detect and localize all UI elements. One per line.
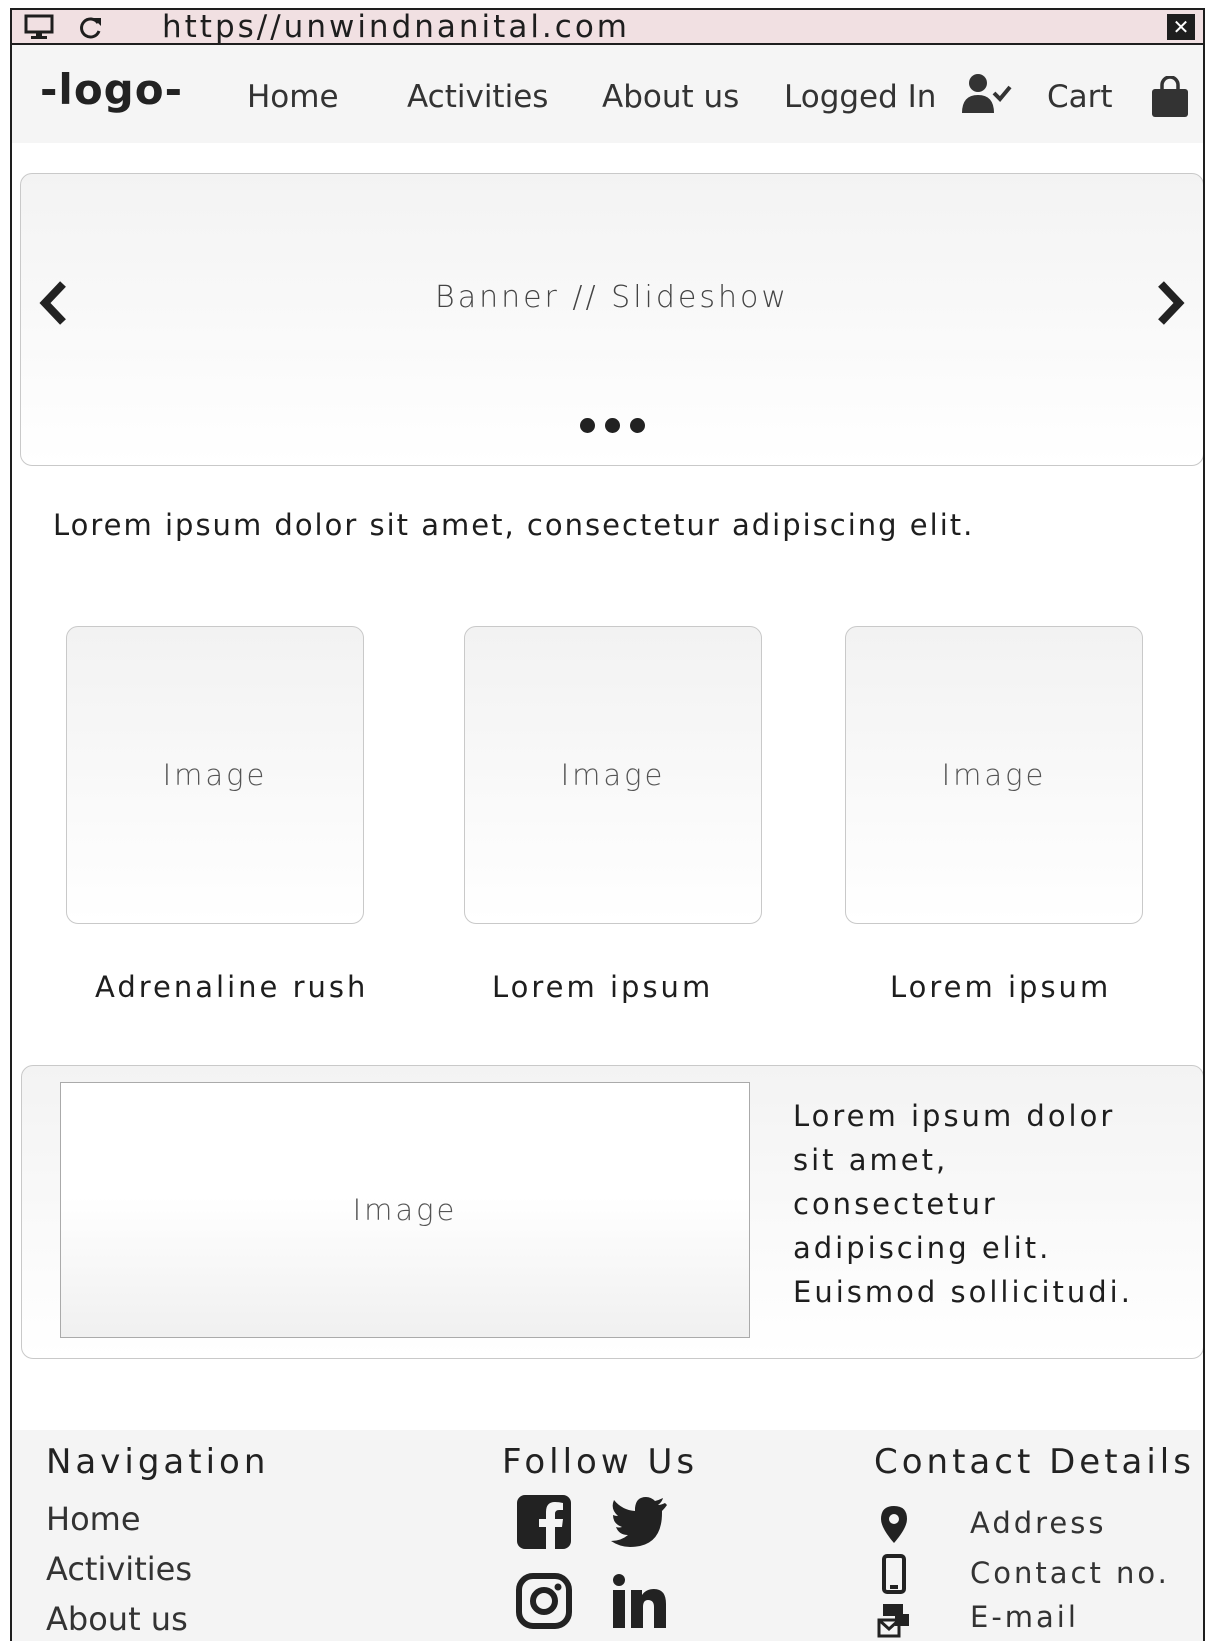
nav-about-us[interactable]: About us — [602, 79, 739, 115]
map-pin-icon — [881, 1506, 907, 1543]
footer-link-activities[interactable]: Activities — [46, 1550, 192, 1588]
feature-text-line: sit amet, — [793, 1143, 949, 1177]
twitter-icon[interactable] — [610, 1493, 668, 1551]
contact-email: E-mail — [970, 1600, 1079, 1634]
image-placeholder-label: Image — [941, 758, 1047, 792]
contact-address: Address — [970, 1506, 1107, 1540]
card-image[interactable]: Image — [845, 626, 1143, 924]
image-placeholder-label: Image — [352, 1193, 458, 1227]
image-placeholder-label: Image — [162, 758, 268, 792]
instagram-icon[interactable] — [515, 1572, 573, 1630]
feature-text-line: Lorem ipsum dolor — [793, 1099, 1116, 1133]
footer-link-about-us[interactable]: About us — [46, 1600, 188, 1638]
feature-text-line: adipiscing elit. — [793, 1231, 1052, 1265]
feature-section: Image Lorem ipsum dolor sit amet, consec… — [21, 1065, 1203, 1359]
nav-home[interactable]: Home — [247, 79, 339, 115]
nav-logged-in[interactable]: Logged In — [784, 79, 936, 115]
facebook-icon[interactable] — [515, 1493, 573, 1551]
chevron-right-icon[interactable] — [1151, 278, 1191, 328]
address-bar[interactable]: https//unwindnanital.com — [162, 10, 630, 45]
logo[interactable]: -logo- — [40, 65, 183, 114]
user-check-icon[interactable] — [960, 73, 1012, 115]
card-caption[interactable]: Lorem ipsum — [492, 970, 713, 1004]
nav-activities[interactable]: Activities — [407, 79, 548, 115]
nav-cart[interactable]: Cart — [1047, 79, 1113, 115]
card-image[interactable]: Image — [66, 626, 364, 924]
feature-text-line: Euismod sollicitudi. — [793, 1275, 1133, 1309]
reload-icon[interactable] — [78, 14, 104, 40]
slide-indicators — [21, 418, 1203, 437]
banner-label: Banner // Slideshow — [435, 280, 789, 315]
image-placeholder-label: Image — [560, 758, 666, 792]
feature-text: Lorem ipsum dolor sit amet, consectetur … — [793, 1094, 1193, 1314]
contact-phone: Contact no. — [970, 1556, 1170, 1590]
footer-navigation-heading: Navigation — [46, 1442, 270, 1482]
footer-follow-heading: Follow Us — [502, 1442, 699, 1482]
slide-dot[interactable] — [579, 418, 595, 433]
card-image[interactable]: Image — [464, 626, 762, 924]
phone-icon — [882, 1554, 906, 1594]
browser-window: https//unwindnanital.com ✕ -logo- Home A… — [10, 8, 1205, 1641]
banner-slideshow[interactable]: Banner // Slideshow — [20, 173, 1203, 466]
top-navigation: -logo- Home Activities About us Logged I… — [12, 45, 1203, 143]
linkedin-icon[interactable] — [610, 1572, 668, 1630]
close-icon[interactable]: ✕ — [1167, 14, 1195, 40]
card-caption[interactable]: Adrenaline rush — [95, 970, 368, 1004]
shopping-bag-icon[interactable] — [1150, 76, 1190, 118]
feature-text-line: consectetur — [793, 1187, 998, 1221]
footer: Navigation Home Activities About us Foll… — [12, 1430, 1203, 1641]
intro-text: Lorem ipsum dolor sit amet, consectetur … — [53, 508, 975, 542]
footer-contact-heading: Contact Details — [874, 1442, 1195, 1482]
monitor-icon[interactable] — [24, 14, 54, 40]
feature-image: Image — [60, 1082, 750, 1338]
browser-bar: https//unwindnanital.com ✕ — [12, 10, 1203, 45]
slide-dot[interactable] — [629, 418, 645, 433]
email-icon — [877, 1604, 909, 1638]
slide-dot[interactable] — [604, 418, 620, 433]
card-caption[interactable]: Lorem ipsum — [890, 970, 1111, 1004]
footer-link-home[interactable]: Home — [46, 1500, 141, 1538]
